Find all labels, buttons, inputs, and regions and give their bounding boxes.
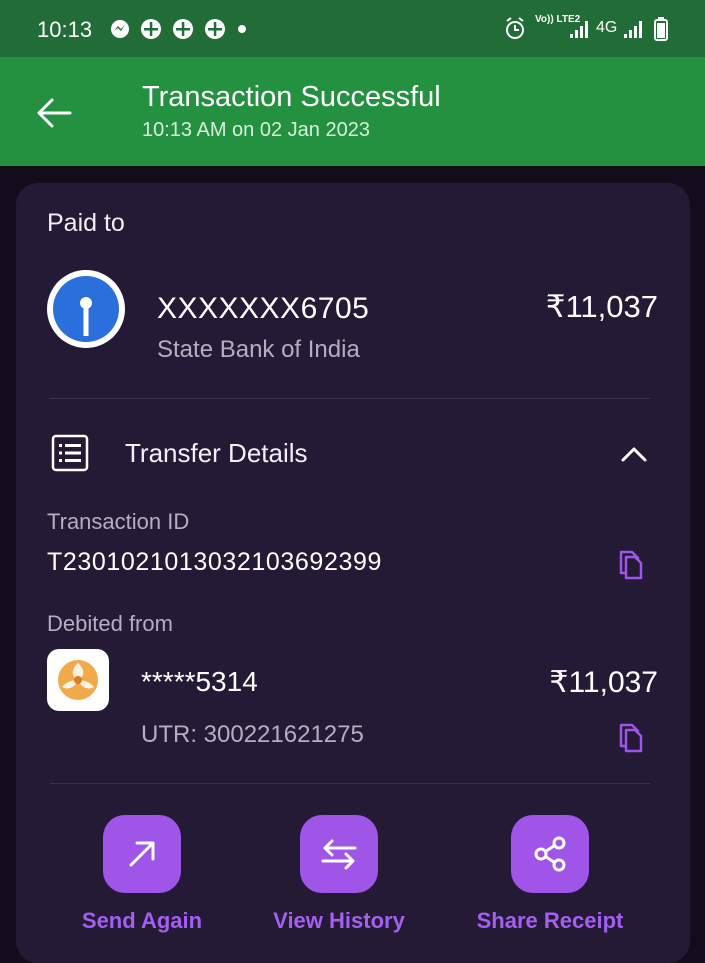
share-receipt-icon-button[interactable] bbox=[511, 815, 589, 893]
app-header: Transaction Successful 10:13 AM on 02 Ja… bbox=[0, 57, 705, 166]
app-notification-icon bbox=[141, 19, 161, 39]
network-type-label: 4G bbox=[596, 19, 618, 36]
transaction-timestamp: 10:13 AM on 02 Jan 2023 bbox=[142, 119, 370, 141]
payee-account: XXXXXXX6705 bbox=[157, 292, 370, 325]
app-notification-icon bbox=[205, 19, 225, 39]
receipt-list-icon bbox=[51, 434, 89, 472]
page-title: Transaction Successful bbox=[142, 81, 441, 113]
share-receipt-button[interactable]: Share Receipt bbox=[450, 815, 650, 934]
copy-icon bbox=[619, 550, 643, 580]
send-again-label: Send Again bbox=[81, 908, 203, 933]
app-notification-icon bbox=[173, 19, 193, 39]
back-button[interactable] bbox=[30, 93, 78, 133]
transaction-card: Paid to XXXXXXX6705 State Bank of India … bbox=[16, 183, 690, 963]
arrow-left-icon bbox=[37, 98, 72, 128]
system-icons bbox=[506, 17, 668, 41]
utr-number: UTR: 300221621275 bbox=[141, 721, 364, 748]
payee-amount: ₹11,037 bbox=[545, 289, 658, 324]
copy-icon bbox=[619, 723, 643, 753]
status-time: 10:13 bbox=[37, 17, 93, 42]
debit-account: *****5314 bbox=[141, 666, 258, 697]
view-history-icon-button[interactable] bbox=[300, 815, 378, 893]
transfer-details-title[interactable]: Transfer Details bbox=[125, 438, 308, 469]
view-history-button[interactable]: View History bbox=[239, 815, 439, 934]
debited-from-label: Debited from bbox=[47, 611, 173, 636]
transaction-id-value: T2301021013032103692399 bbox=[47, 548, 382, 576]
send-again-icon-button[interactable] bbox=[103, 815, 181, 893]
chevron-up-icon bbox=[621, 447, 647, 462]
arrow-up-right-icon bbox=[129, 841, 155, 867]
divider bbox=[50, 783, 650, 784]
share-receipt-label: Share Receipt bbox=[476, 908, 624, 933]
copy-transaction-id-button[interactable] bbox=[614, 547, 646, 581]
swap-arrows-icon bbox=[321, 839, 357, 870]
send-again-button[interactable]: Send Again bbox=[42, 815, 242, 934]
debit-amount: ₹11,037 bbox=[549, 666, 658, 699]
notification-icons bbox=[111, 19, 246, 39]
debit-bank-logo bbox=[47, 649, 109, 711]
icici-logo-icon bbox=[58, 660, 98, 700]
messenger-icon bbox=[111, 20, 129, 38]
collapse-details-button[interactable] bbox=[616, 439, 652, 467]
volte-label: Vo)) LTE2 bbox=[535, 14, 581, 25]
signal-icon bbox=[624, 21, 642, 38]
alarm-icon bbox=[506, 17, 524, 39]
share-icon bbox=[534, 836, 566, 872]
payee-bank-name: State Bank of India bbox=[157, 336, 360, 363]
copy-utr-button[interactable] bbox=[614, 720, 646, 754]
view-history-label: View History bbox=[273, 908, 405, 933]
more-notifications-dot-icon bbox=[238, 25, 246, 33]
paid-to-label: Paid to bbox=[47, 209, 125, 237]
status-bar: 10:13 Vo)) LTE2 4G bbox=[0, 0, 705, 57]
transaction-id-label: Transaction ID bbox=[47, 509, 190, 534]
battery-icon bbox=[654, 17, 668, 41]
divider bbox=[50, 398, 650, 399]
sbi-logo-icon bbox=[47, 270, 125, 348]
